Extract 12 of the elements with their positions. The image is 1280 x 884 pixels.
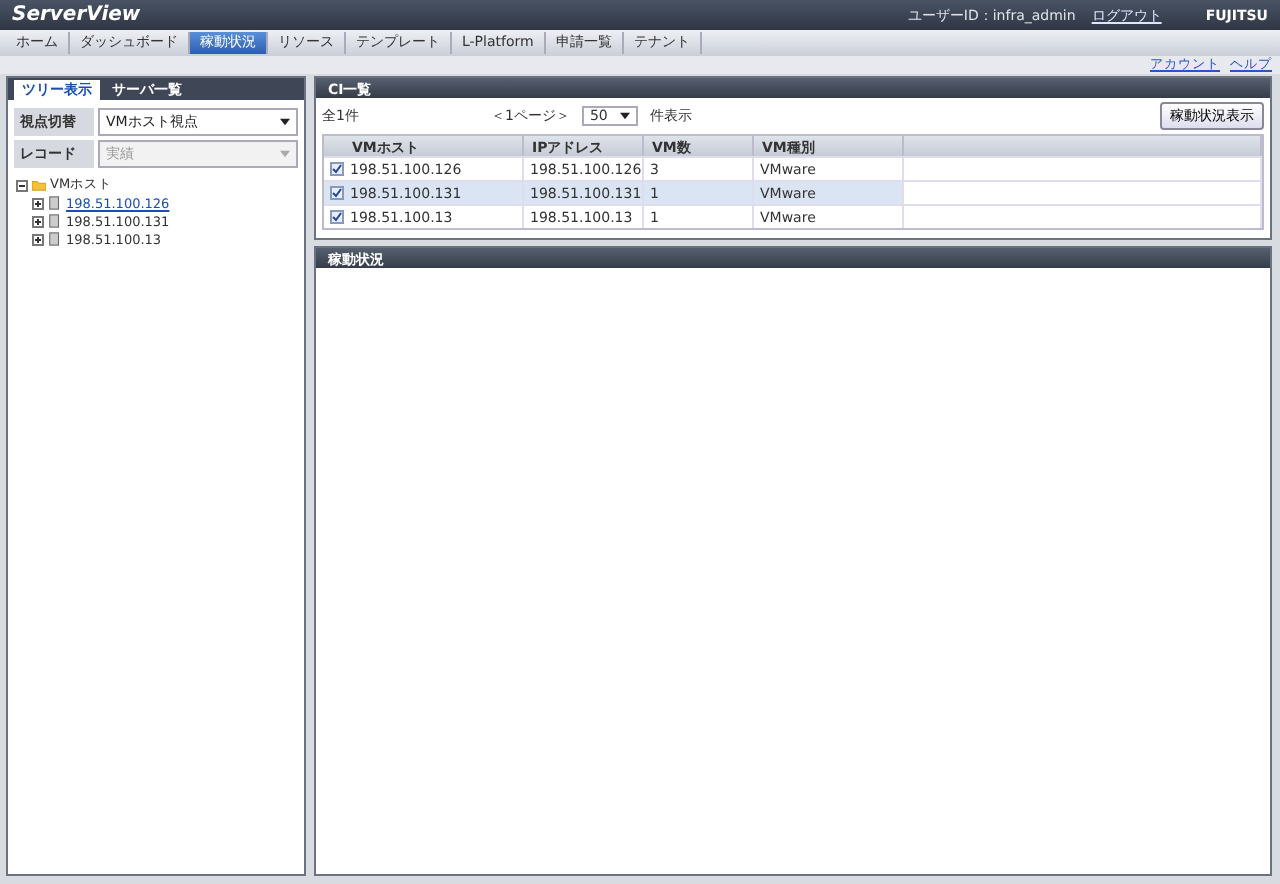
- expand-icon[interactable]: [32, 215, 44, 227]
- row-checkbox[interactable]: [330, 186, 344, 200]
- logo: ServerView: [12, 4, 141, 26]
- collapse-icon[interactable]: [16, 179, 28, 191]
- caret-icon: [280, 150, 290, 158]
- row-checkbox[interactable]: [330, 210, 344, 224]
- caret-icon: [280, 118, 290, 126]
- expand-icon[interactable]: [32, 233, 44, 245]
- expand-icon[interactable]: [32, 197, 44, 209]
- row-checkbox[interactable]: [330, 162, 344, 176]
- caret-icon: [619, 112, 630, 120]
- folder-icon: [32, 178, 46, 192]
